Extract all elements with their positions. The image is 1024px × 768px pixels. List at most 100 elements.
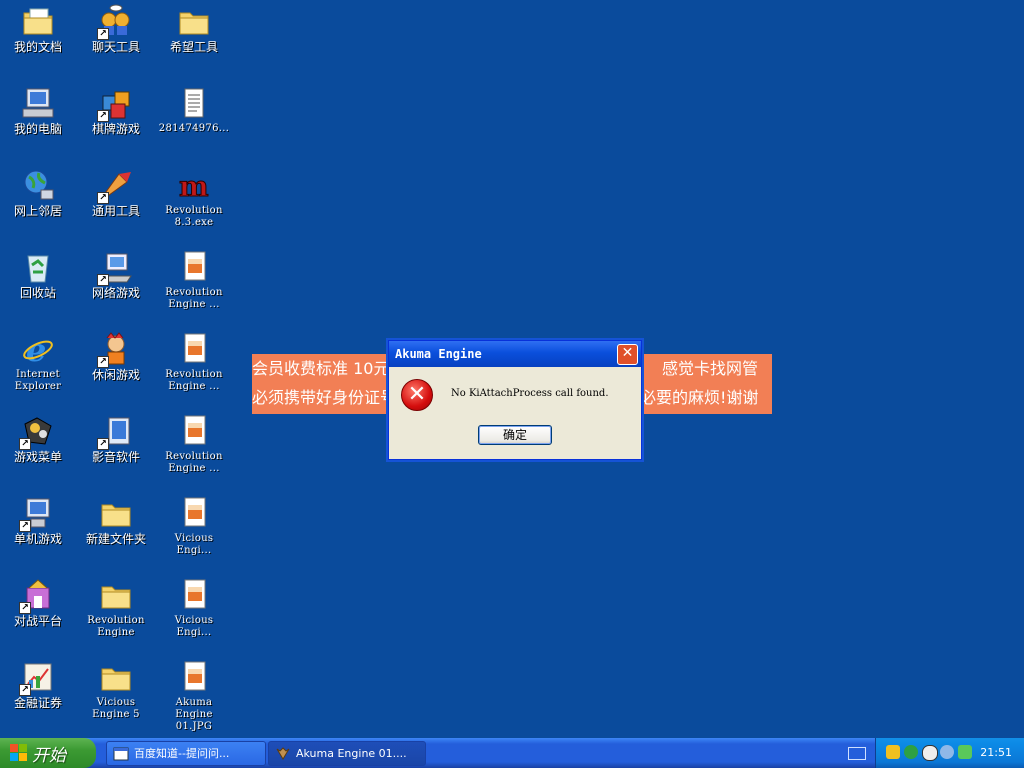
icon-label: 对战平台 xyxy=(13,614,62,628)
task-label: Akuma Engine 01.... xyxy=(296,747,407,760)
folder-icon xyxy=(99,496,133,530)
clock: 21:51 xyxy=(980,746,1012,759)
banner-line1-right: 感觉卡找网管 xyxy=(662,359,759,378)
icon-label: 我的电脑 xyxy=(13,122,62,136)
desktop-icon-hope-tools[interactable]: 希望工具 xyxy=(157,2,231,80)
shield-icon[interactable] xyxy=(904,745,918,759)
akuma-engine-icon xyxy=(275,746,291,762)
icon-label: Revolution Engine ... xyxy=(165,451,223,474)
my-computer-icon xyxy=(21,86,55,120)
windows-logo-icon xyxy=(10,744,28,762)
dialog-titlebar[interactable]: Akuma Engine ✕ xyxy=(389,341,641,367)
image-file-icon xyxy=(177,250,211,284)
icon-label: 通用工具 xyxy=(91,204,140,218)
desktop-icon-revolution-engine-image-3[interactable]: Revolution Engine ... xyxy=(157,412,231,490)
desktop-icon-chat-tools[interactable]: ↗ 聊天工具 xyxy=(79,2,153,80)
icon-label: 281474976... xyxy=(158,123,230,134)
icon-label: 希望工具 xyxy=(169,40,218,54)
star-icon[interactable] xyxy=(886,745,900,759)
media-software-icon: ↗ xyxy=(97,414,133,450)
icon-label: Vicious Engi... xyxy=(174,533,214,556)
dialog-message: No KiAttachProcess call found. xyxy=(451,388,609,399)
desktop-icon-casual-games[interactable]: ↗ 休闲游戏 xyxy=(79,330,153,408)
icon-label: 游戏菜单 xyxy=(13,450,62,464)
image-file-icon xyxy=(177,414,211,448)
finance-chart-icon: ↗ xyxy=(19,660,55,696)
revolution-exe-icon: m xyxy=(177,168,211,204)
icon-label: Revolution Engine ... xyxy=(165,287,223,310)
icon-label: 回收站 xyxy=(19,286,56,300)
icon-label: 棋牌游戏 xyxy=(91,122,140,136)
desktop-icon-text-file[interactable]: 281474976... xyxy=(157,84,231,162)
taskbar-button-akuma[interactable]: Akuma Engine 01.... xyxy=(268,741,426,766)
keyboard-icon[interactable] xyxy=(848,747,866,760)
icon-label: Akuma Engine 01.JPG xyxy=(175,697,213,732)
my-documents-icon xyxy=(21,4,55,38)
desktop-icon-recycle-bin[interactable]: 回收站 xyxy=(1,248,75,326)
error-icon: ✕ xyxy=(401,379,433,411)
folder-icon xyxy=(177,4,211,38)
casual-games-icon: ↗ xyxy=(97,332,133,368)
folder-icon xyxy=(99,578,133,612)
desktop-icon-battle-platform[interactable]: ↗ 对战平台 xyxy=(1,576,75,654)
icon-label: 休闲游戏 xyxy=(91,368,140,382)
banner-line1-left: 会员收费标准 10元 xyxy=(252,359,390,378)
computer-game-icon: ↗ xyxy=(19,496,55,532)
desktop-icon-revolution-exe[interactable]: m Revolution 8.3.exe xyxy=(157,166,231,244)
close-button[interactable]: ✕ xyxy=(617,343,638,365)
desktop-icon-akuma-engine-jpg[interactable]: Akuma Engine 01.JPG xyxy=(157,658,231,736)
desktop-icon-vicious-engine-folder[interactable]: Vicious Engine 5 xyxy=(79,658,153,736)
start-label: 开始 xyxy=(32,745,66,766)
desktop-icon-new-folder[interactable]: 新建文件夹 xyxy=(79,494,153,572)
board-games-icon: ↗ xyxy=(97,86,133,122)
general-tools-icon: ↗ xyxy=(97,168,133,204)
banner-line2-left: 必须携带好身份证号 xyxy=(252,388,397,407)
battle-platform-icon: ↗ xyxy=(19,578,55,614)
v-icon[interactable] xyxy=(922,745,938,761)
desktop-icon-my-documents[interactable]: 我的文档 xyxy=(1,2,75,80)
icon-label: Revolution 8.3.exe xyxy=(165,205,223,228)
desktop-icon-vicious-engine-image-2[interactable]: Vicious Engi... xyxy=(157,576,231,654)
desktop-icon-internet-explorer[interactable]: e Internet Explorer xyxy=(1,330,75,408)
icon-label: 金融证券 xyxy=(13,696,62,710)
icon-label: Revolution Engine ... xyxy=(165,369,223,392)
browser-icon xyxy=(113,746,129,762)
icon-label: 影音软件 xyxy=(91,450,140,464)
task-label: 百度知道--提问问... xyxy=(134,747,230,760)
internet-explorer-icon: e xyxy=(21,331,55,369)
desktop-icon-my-computer[interactable]: 我的电脑 xyxy=(1,84,75,162)
desktop-icon-network-places[interactable]: 网上邻居 xyxy=(1,166,75,244)
chat-tools-icon: ↗ xyxy=(97,4,133,40)
online-games-icon: ↗ xyxy=(97,250,133,286)
desktop: 我的文档 我的电脑 网上邻居 回收站 e Internet Explorer ↗… xyxy=(0,0,1024,738)
desktop-icon-vicious-engine-image-1[interactable]: Vicious Engi... xyxy=(157,494,231,572)
network-icon[interactable] xyxy=(940,745,954,759)
image-file-icon xyxy=(177,578,211,612)
desktop-icon-game-menu[interactable]: ↗ 游戏菜单 xyxy=(1,412,75,490)
desktop-icon-revolution-engine-folder[interactable]: Revolution Engine xyxy=(79,576,153,654)
desktop-icon-revolution-engine-image-2[interactable]: Revolution Engine ... xyxy=(157,330,231,408)
dialog-title: Akuma Engine xyxy=(395,347,482,361)
desktop-icon-revolution-engine-image-1[interactable]: Revolution Engine ... xyxy=(157,248,231,326)
security-icon[interactable] xyxy=(958,745,972,759)
desktop-icon-online-games[interactable]: ↗ 网络游戏 xyxy=(79,248,153,326)
desktop-icon-single-player-games[interactable]: ↗ 单机游戏 xyxy=(1,494,75,572)
image-file-icon xyxy=(177,332,211,366)
folder-icon xyxy=(99,660,133,694)
text-file-icon xyxy=(177,86,211,120)
icon-label: 网上邻居 xyxy=(13,204,62,218)
image-file-icon xyxy=(177,496,211,530)
ok-button[interactable]: 确定 xyxy=(478,425,552,445)
error-dialog: Akuma Engine ✕ ✕ No KiAttachProcess call… xyxy=(388,340,642,460)
desktop-icon-finance[interactable]: ↗ 金融证券 xyxy=(1,658,75,736)
icon-label: 单机游戏 xyxy=(13,532,62,546)
icon-label: 聊天工具 xyxy=(91,40,140,54)
icon-label: Revolution Engine xyxy=(87,615,145,638)
icon-label: Vicious Engine 5 xyxy=(92,697,140,720)
icon-label: 网络游戏 xyxy=(91,286,140,300)
start-button[interactable]: 开始 xyxy=(0,738,96,768)
desktop-icon-general-tools[interactable]: ↗ 通用工具 xyxy=(79,166,153,244)
desktop-icon-media-software[interactable]: ↗ 影音软件 xyxy=(79,412,153,490)
desktop-icon-board-games[interactable]: ↗ 棋牌游戏 xyxy=(79,84,153,162)
taskbar-button-baidu[interactable]: 百度知道--提问问... xyxy=(106,741,266,766)
